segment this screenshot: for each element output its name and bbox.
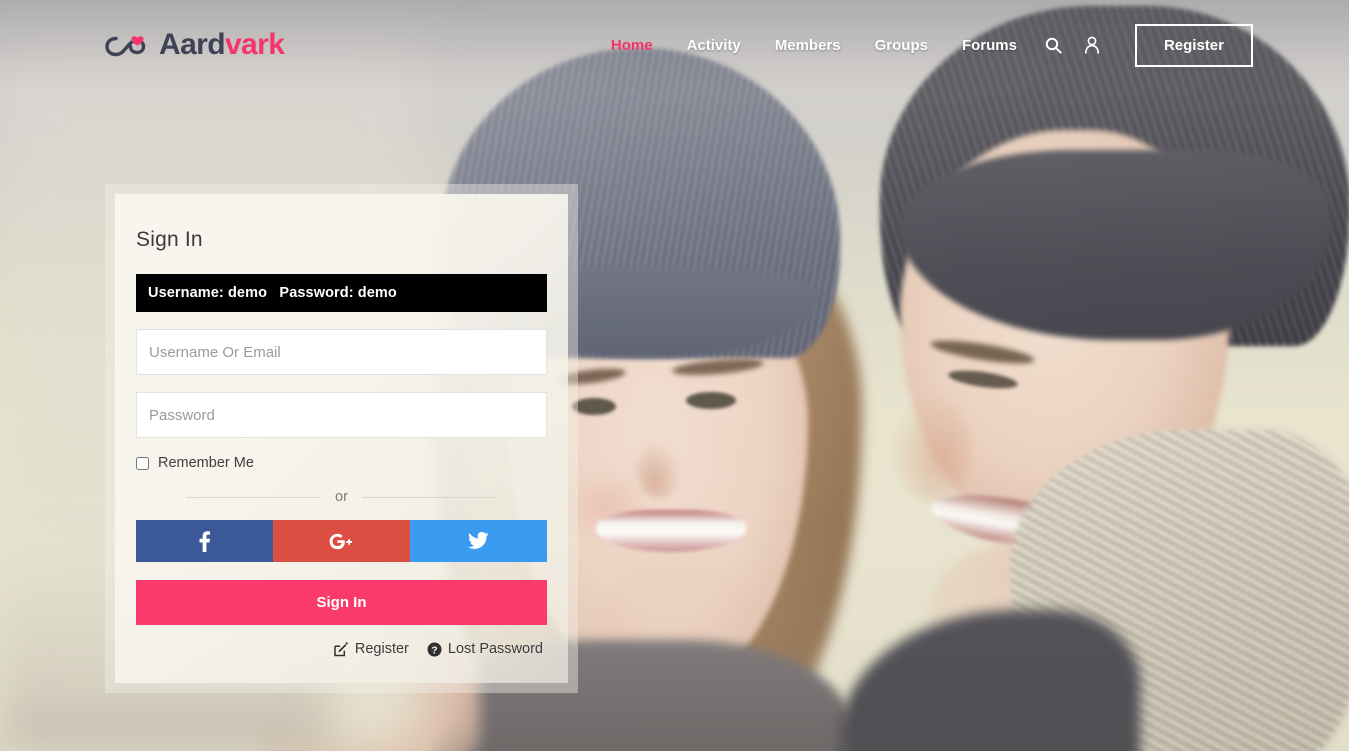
remember-me-checkbox[interactable] [136, 456, 149, 470]
pencil-square-icon [334, 641, 349, 657]
signin-title: Sign In [136, 228, 203, 251]
register-link-label: Register [354, 641, 409, 657]
site-logo[interactable]: Aardvark [104, 28, 285, 62]
facebook-login-button[interactable] [136, 520, 273, 562]
site-header: Aardvark Home Activity Members Groups Fo… [0, 0, 1349, 90]
google-plus-icon [329, 533, 355, 550]
lost-password-link-label: Lost Password [447, 641, 543, 657]
remember-me-row: Remember Me [136, 455, 547, 471]
login-page: Aardvark Home Activity Members Groups Fo… [0, 0, 1349, 751]
twitter-login-button[interactable] [410, 520, 547, 562]
nav-item-forums[interactable]: Forums [945, 38, 1034, 53]
user-account-icon[interactable] [1073, 36, 1111, 54]
logo-text-accent: vark [224, 28, 285, 61]
infinity-heart-logo-icon [104, 28, 150, 62]
signin-submit-button[interactable]: Sign In [136, 580, 547, 625]
demo-credentials-banner: Username: demo Password: demo [136, 274, 547, 312]
divider-line-right [361, 496, 497, 498]
nav-item-groups[interactable]: Groups [858, 38, 945, 53]
logo-text-primary: Aard [159, 28, 226, 61]
google-plus-login-button[interactable] [273, 520, 410, 562]
nav-item-home[interactable]: Home [594, 38, 670, 53]
svg-text:?: ? [431, 644, 437, 656]
nav-item-activity[interactable]: Activity [670, 38, 758, 53]
question-circle-icon: ? [427, 642, 442, 657]
divider-label: or [335, 489, 348, 505]
divider-line-left [186, 496, 322, 498]
signin-footer-links: Register ? Lost Password [136, 641, 547, 657]
signin-card: Sign In Username: demo Password: demo Re… [115, 194, 568, 683]
nav-item-members[interactable]: Members [758, 38, 858, 53]
site-logo-text: Aardvark [159, 28, 285, 61]
search-icon[interactable] [1034, 37, 1073, 54]
username-input[interactable] [136, 329, 547, 375]
or-divider: or [136, 489, 547, 505]
social-login-group [136, 520, 547, 562]
twitter-icon [468, 532, 489, 550]
password-input[interactable] [136, 392, 547, 438]
remember-me-label[interactable]: Remember Me [158, 455, 254, 471]
lost-password-link[interactable]: ? Lost Password [427, 641, 543, 657]
register-link[interactable]: Register [334, 641, 409, 657]
register-button[interactable]: Register [1134, 23, 1253, 67]
main-navigation: Home Activity Members Groups Forums Regi… [594, 23, 1253, 67]
facebook-icon [199, 530, 210, 552]
